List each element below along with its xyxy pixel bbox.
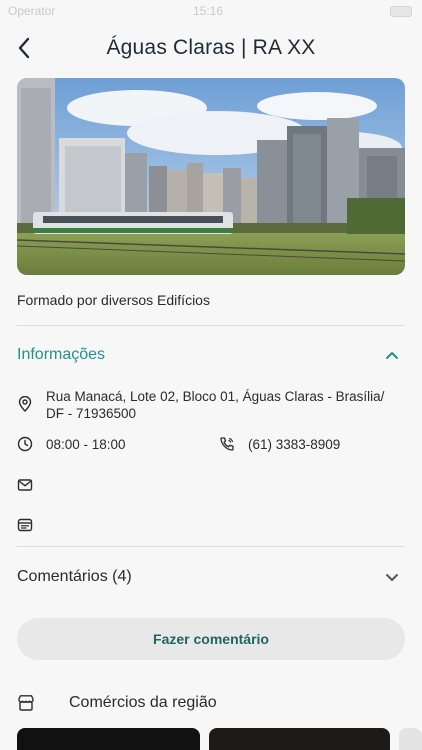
hours-text: 08:00 - 18:00 bbox=[46, 437, 126, 452]
place-photo bbox=[17, 78, 405, 275]
shops-section-title: Comércios da região bbox=[69, 694, 217, 711]
comments-section-title: Comentários (4) bbox=[17, 568, 132, 585]
address-text: Rua Manacá, Lote 02, Bloco 01, Águas Cla… bbox=[46, 389, 385, 421]
location-pin-icon bbox=[18, 396, 32, 412]
place-description: Formado por diversos Edifícios bbox=[17, 292, 210, 308]
make-comment-button[interactable]: Fazer comentário bbox=[17, 618, 405, 660]
phone-row[interactable]: (61) 3383-8909 bbox=[219, 436, 340, 453]
clock-icon bbox=[17, 436, 33, 452]
divider bbox=[17, 546, 405, 547]
shop-card[interactable] bbox=[209, 728, 390, 750]
carrier-name: Operator bbox=[8, 4, 56, 18]
comments-section-toggle[interactable]: Comentários (4) bbox=[17, 564, 405, 590]
mail-icon bbox=[17, 479, 33, 491]
phone-icon bbox=[220, 437, 234, 451]
shops-section-header: Comércios da região bbox=[17, 694, 217, 712]
shop-card[interactable] bbox=[399, 728, 422, 750]
chevron-down-icon bbox=[386, 574, 398, 581]
header: Águas Claras | RA XX bbox=[0, 22, 422, 76]
status-bar: Operator 15:16 bbox=[0, 0, 422, 22]
chevron-up-icon bbox=[386, 352, 398, 359]
info-section-toggle[interactable]: Informações bbox=[17, 342, 405, 368]
divider bbox=[17, 325, 405, 326]
hours-row: 08:00 - 18:00 bbox=[17, 436, 126, 453]
shop-card[interactable] bbox=[17, 728, 200, 750]
clock: 15:16 bbox=[193, 4, 224, 18]
battery-icon bbox=[390, 6, 412, 17]
email-row[interactable] bbox=[17, 477, 46, 493]
info-section-title: Informações bbox=[17, 346, 106, 363]
phone-text: (61) 3383-8909 bbox=[248, 437, 341, 452]
website-row[interactable] bbox=[17, 517, 46, 533]
page-title: Águas Claras | RA XX bbox=[106, 36, 316, 59]
address-row: Rua Manacá, Lote 02, Bloco 01, Águas Cla… bbox=[17, 388, 406, 422]
store-icon bbox=[18, 695, 34, 711]
browser-icon bbox=[17, 518, 33, 532]
